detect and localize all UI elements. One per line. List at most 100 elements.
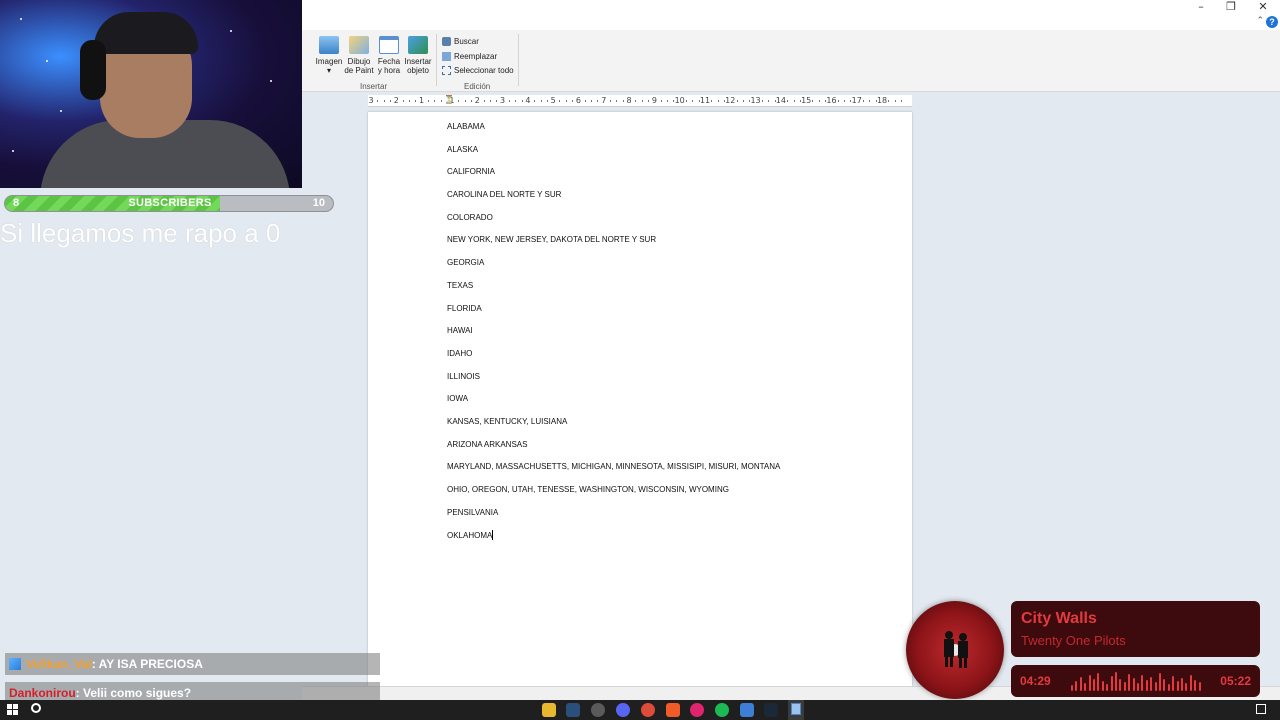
document-line[interactable]: ARIZONA ARKANSAS [447,440,780,463]
waveform-bar [1172,676,1175,691]
now-playing-card: City Walls Twenty One Pilots [1011,601,1260,657]
waveform-bar [1150,677,1153,691]
document-line[interactable]: HAWAI [447,326,780,349]
waveform-bar [1167,684,1170,691]
insert-paint-drawing-button[interactable]: Dibujo de Paint [344,36,374,75]
wordpad-icon [791,703,801,715]
waveform-bar [1128,674,1131,691]
document-line[interactable]: ALABAMA [447,122,780,145]
waveform-bar [1084,683,1087,691]
ruler-minor-tick [546,100,548,102]
select-all-button[interactable]: Seleccionar todo [442,66,514,75]
ruler-minor-tick [888,100,890,102]
document-line[interactable]: CALIFORNIA [447,167,780,190]
document-line[interactable]: IDAHO [447,349,780,372]
ruler-minor-tick [660,100,662,102]
ruler-minor-tick [837,100,839,102]
steam-icon[interactable] [566,703,580,717]
help-icon[interactable]: ? [1266,16,1278,28]
document-line[interactable]: KANSAS, KENTUCKY, LUISIANA [447,417,780,440]
ruler-minor-tick [818,100,820,102]
ruler-tick-label: 7 [601,96,607,105]
headphones [80,40,106,100]
playback-progress-card: 04:29 05:22 [1011,665,1260,697]
document-line[interactable]: PENSILVANIA [447,508,780,531]
document-line[interactable]: COLORADO [447,213,780,236]
ruler-minor-tick [483,100,485,102]
ruler-tick-label: 16 [826,96,837,105]
ruler-minor-tick [717,100,719,102]
document-line[interactable]: NEW YORK, NEW JERSEY, DAKOTA DEL NORTE Y… [447,235,780,258]
taskbar-active-wordpad[interactable] [788,700,804,720]
streamer-cap [94,12,198,54]
ruler-minor-tick [415,100,417,102]
ruler-minor-tick [793,100,795,102]
ribbon-divider [436,34,437,86]
show-desktop-icon[interactable] [1256,704,1266,714]
binoculars-icon [442,37,451,46]
waveform-bar [1079,677,1082,691]
ruler-tick-label: 3 [368,96,374,105]
replace-button[interactable]: Reemplazar [442,52,497,61]
discord-icon[interactable] [616,703,630,717]
document-line[interactable]: ILLINOIS [447,372,780,395]
spotify-icon[interactable] [715,703,729,717]
document-line[interactable]: TEXAS [447,281,780,304]
document-line[interactable]: MARYLAND, MASSACHUSETTS, MICHIGAN, MINNE… [447,462,780,485]
ruler-minor-tick [635,100,637,102]
document-line[interactable]: GEORGIA [447,258,780,281]
ruler-tick-label: 8 [626,96,632,105]
ruler-minor-tick [496,100,498,102]
ruler-tick-label: 15 [801,96,812,105]
document-body[interactable]: ALABAMA ALASKA CALIFORNIA CAROLINA DEL NORT… [447,122,780,553]
waveform-bar [1198,682,1201,691]
document-line[interactable]: OKLAHOMA [447,530,780,553]
minimize-icon[interactable]: – [1186,0,1216,14]
ruler-minor-tick [377,100,379,102]
restore-icon[interactable]: ❐ [1216,0,1246,14]
document-line[interactable]: FLORIDA [447,304,780,327]
chat-text: AY ISA PRECIOSA [95,657,203,671]
indent-marker-icon[interactable]: ⏳ [444,95,454,104]
brave-icon[interactable] [666,703,680,717]
chrome-icon[interactable] [641,703,655,717]
ruler-tick-label: 17 [851,96,862,105]
ruler-minor-tick [565,100,567,102]
document-page[interactable]: ALABAMA ALASKA CALIFORNIA CAROLINA DEL NORT… [368,112,912,692]
ruler-minor-tick [521,100,523,102]
waveform-bar [1145,680,1148,691]
document-line[interactable]: CAROLINA DEL NORTE Y SUR [447,190,780,213]
ruler-minor-tick [711,100,713,102]
document-line[interactable]: OHIO, OREGON, UTAH, TENESSE, WASHINGTON,… [447,485,780,508]
insert-object-button[interactable]: Insertar objeto [403,36,433,75]
waveform-bar [1088,675,1091,691]
ribbon-divider [518,34,519,86]
edit-group-label: Edición [464,82,491,91]
dropdown-arrow-icon: ▾ [326,66,331,75]
ruler-tick-label: 2 [393,96,399,105]
ruler-tick-label: 3 [500,96,506,105]
ruler-minor-tick [515,100,517,102]
ruler-minor-tick [458,100,460,102]
windows-start-icon[interactable] [7,704,18,715]
ruler-minor-tick [610,100,612,102]
file-explorer-icon[interactable] [542,703,556,717]
insert-date-time-button[interactable]: Fecha y hora [374,36,404,75]
obs-icon[interactable] [591,703,605,717]
subscriber-count: 8 [13,197,20,209]
insert-image-button[interactable]: Imagen ▾ [314,36,344,75]
document-line[interactable]: ALASKA [447,145,780,168]
ruler-minor-tick [597,100,599,102]
app-icon[interactable] [740,703,754,717]
ruler-minor-tick [383,100,385,102]
search-icon[interactable] [31,703,41,713]
close-icon[interactable]: ✕ [1248,0,1278,14]
replace-icon [442,52,451,61]
steam-app-icon[interactable] [764,703,778,717]
collapse-ribbon-icon[interactable]: ⌃ [1256,16,1264,26]
find-button[interactable]: Buscar [442,37,479,46]
ruler[interactable]: 3 2 1 1 2 3 4 5 6 7 8 9 10 11 12 13 14 15 16 17 18 ⏳ [368,95,912,107]
media-player-icon[interactable] [690,703,704,717]
document-line[interactable]: IOWA [447,394,780,417]
ruler-tick-label: 13 [750,96,761,105]
